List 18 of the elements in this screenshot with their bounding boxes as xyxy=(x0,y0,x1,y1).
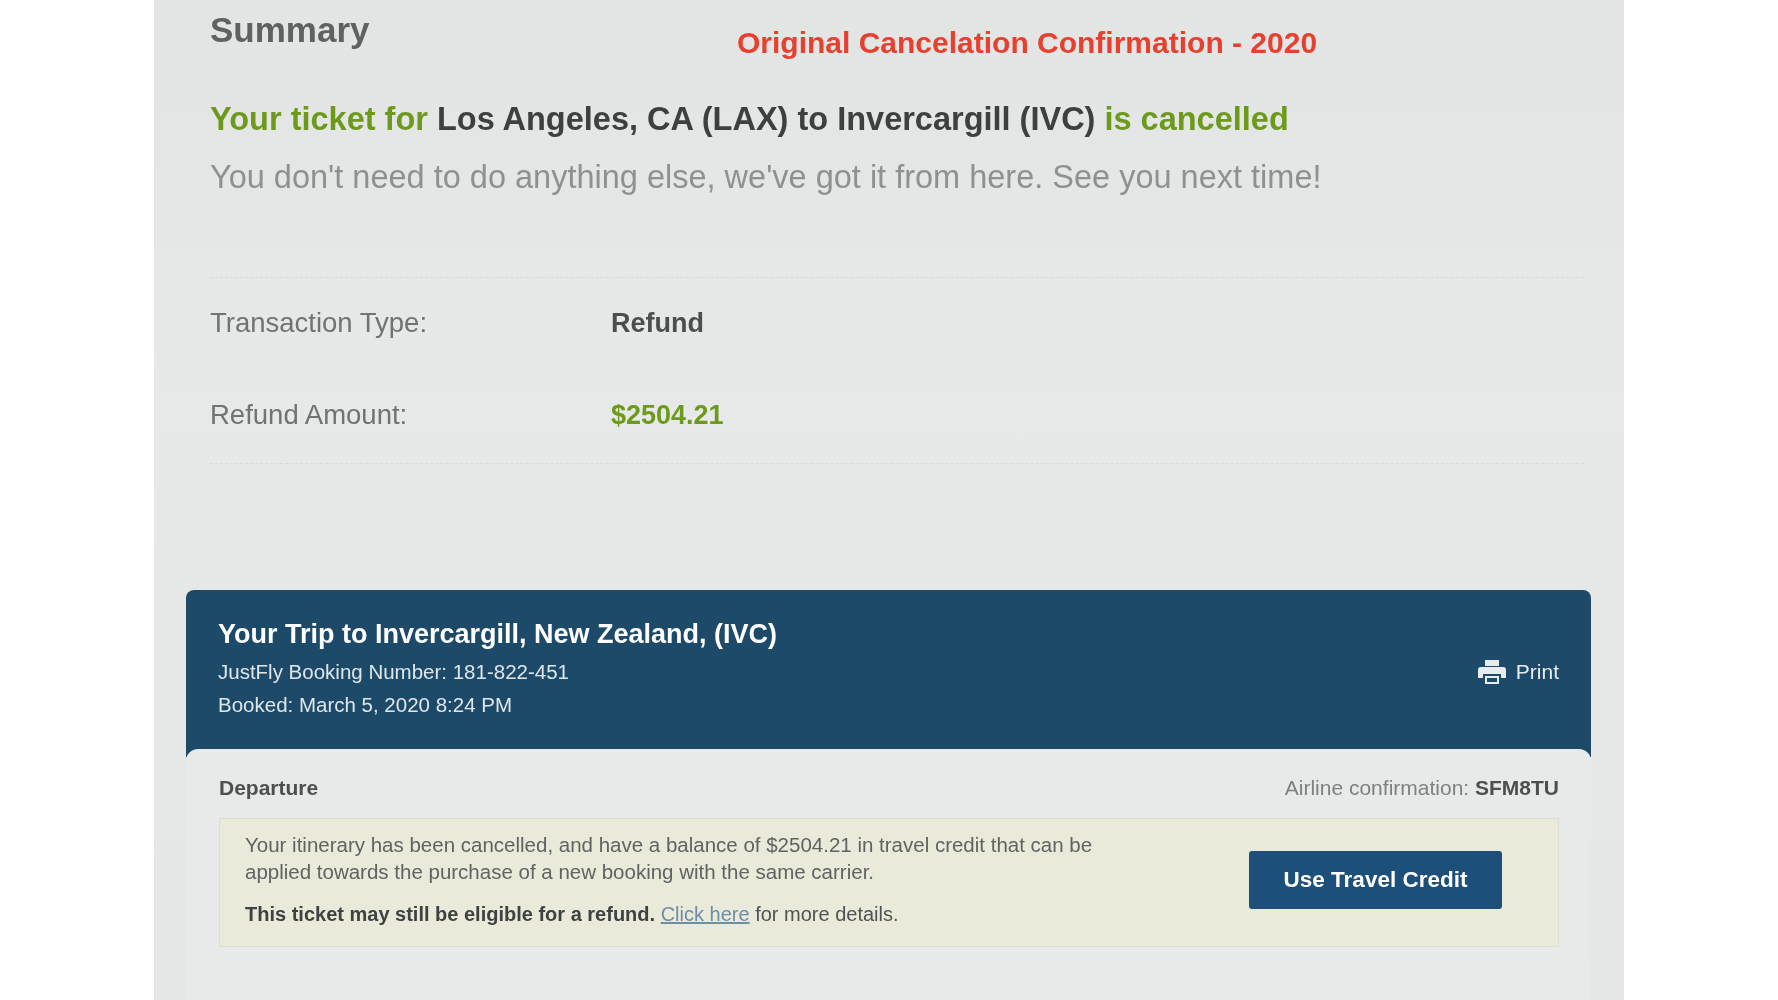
itinerary-notice: Your itinerary has been cancelled, and have a balance of $2504.21 in travel credit that can be applied towards the purchase of a new booking with the same carrier. xyxy=(245,832,1094,885)
printer-icon xyxy=(1477,660,1506,684)
detail-label: Refund Amount: xyxy=(210,398,409,432)
detail-value: $2504.21 xyxy=(611,399,724,432)
annotation-caption: Original Cancelation Confirmation - 2020 xyxy=(737,26,1318,60)
trip-title: Your Trip to Invercargill, New Zealand, (IVC) xyxy=(218,618,778,651)
booking-number: JustFly Booking Number: 181-822-451 xyxy=(218,659,570,685)
use-travel-credit-button[interactable]: Use Travel Credit xyxy=(1249,850,1502,909)
departure-label: Departure xyxy=(219,775,319,801)
print-button[interactable]: Print xyxy=(1477,660,1559,684)
cancellation-headline: Your ticket for Los Angeles, CA (LAX) to Invercargill (IVC) is cancelled xyxy=(210,100,1290,139)
confirmation-message: You don't need to do anything else, we've got it from here. See you next time! xyxy=(210,158,1323,197)
airline-confirmation: Airline confirmation: SFM8TU xyxy=(1284,775,1559,801)
booked-date: Booked: March 5, 2020 8:24 PM xyxy=(218,692,513,718)
detail-label: Transaction Type: xyxy=(210,306,429,340)
detail-value: Refund xyxy=(611,307,704,340)
refund-note: This ticket may still be eligible for a refund. Click here for more details. xyxy=(245,902,900,927)
summary-heading: Summary xyxy=(210,9,371,51)
